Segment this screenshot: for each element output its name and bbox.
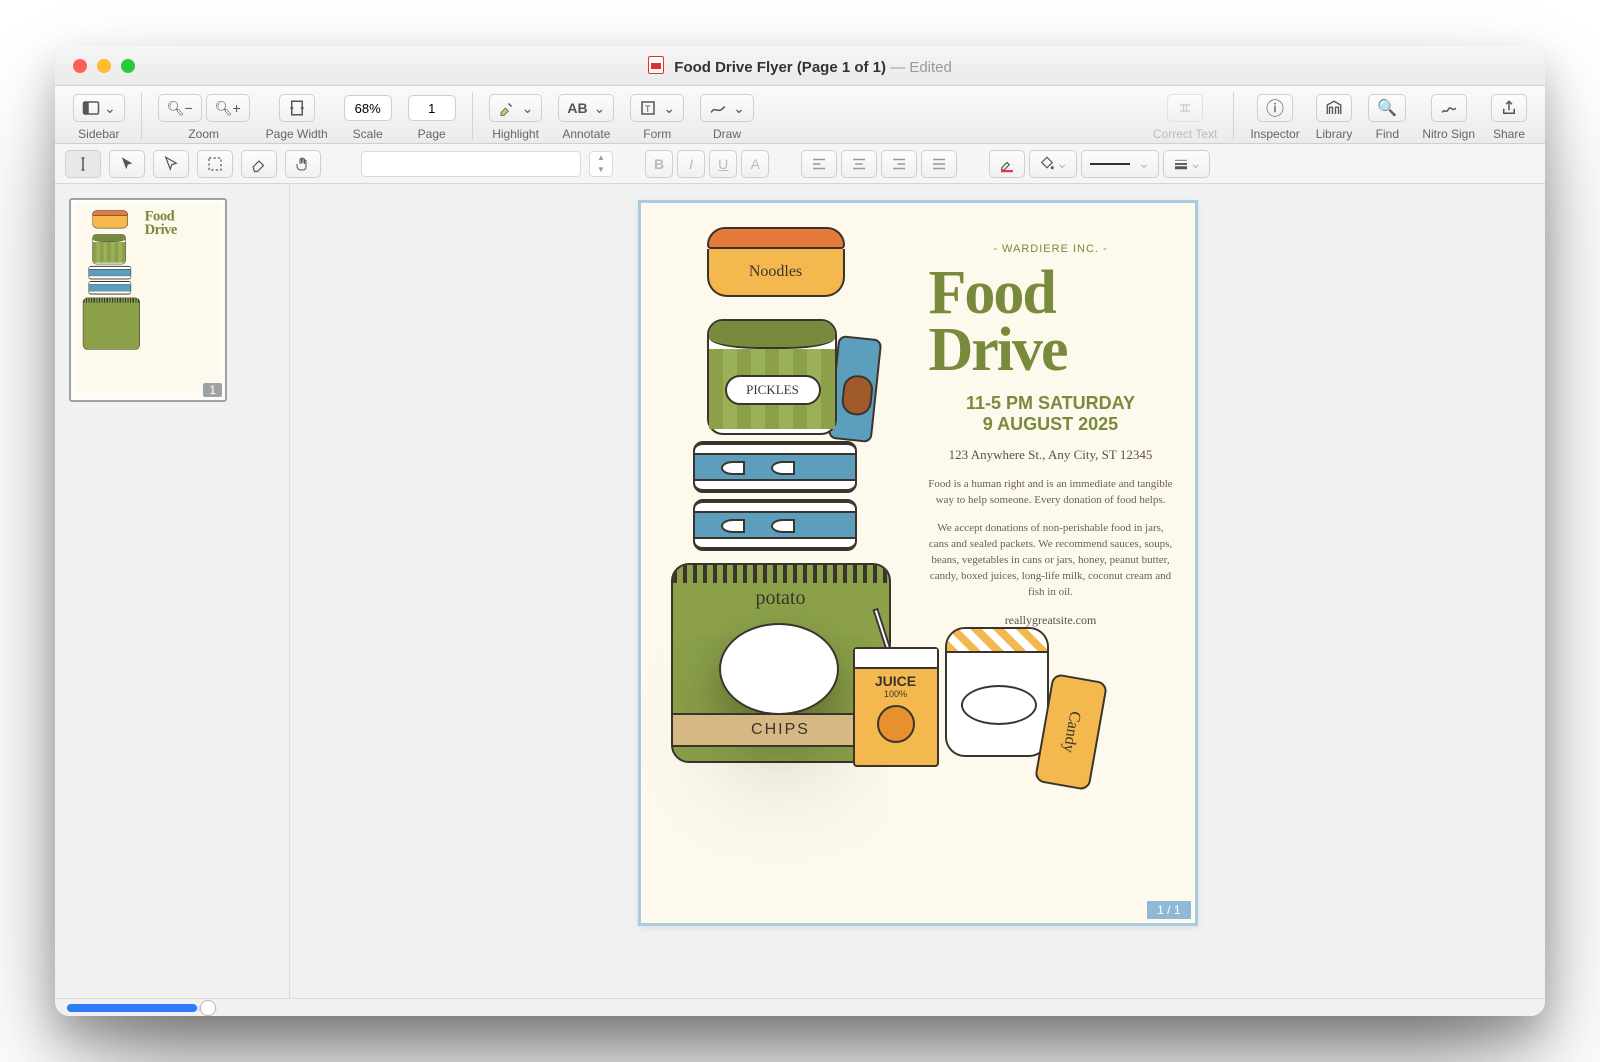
thumbnail-number: 1 [203, 383, 222, 397]
flyer-illustration: Noodles PICKLES potato [663, 227, 923, 907]
signature-icon [1440, 99, 1458, 117]
fill-color-button[interactable]: ⌄ [1029, 150, 1077, 178]
page-width-label: Page Width [266, 127, 328, 141]
page-width-button[interactable] [279, 94, 315, 122]
underline-button[interactable]: U [709, 150, 737, 178]
scale-input[interactable] [344, 95, 392, 121]
page-input[interactable] [408, 95, 456, 121]
italic-button[interactable]: I [677, 150, 705, 178]
flyer-datetime: 11-5 PM SATURDAY9 AUGUST 2025 [921, 393, 1181, 435]
form-button[interactable]: T ⌄ [630, 94, 684, 122]
toolbar-secondary: ▲▼ B I U A ⌄ [55, 144, 1545, 184]
arrow-select-tool[interactable] [109, 150, 145, 178]
annotate-label: Annotate [562, 127, 610, 141]
svg-text:T: T [645, 104, 651, 114]
highlight-button[interactable]: ⌄ [489, 94, 543, 122]
document-canvas[interactable]: Noodles PICKLES potato [290, 184, 1545, 998]
bottom-zoom-slider[interactable] [55, 998, 1545, 1016]
line-style-button[interactable]: ⌄ [1081, 150, 1159, 178]
bold-button[interactable]: B [645, 150, 673, 178]
share-button[interactable] [1491, 94, 1527, 122]
correct-text-button[interactable] [1167, 94, 1203, 122]
flyer-website: reallygreatsite.com [921, 613, 1181, 628]
page-indicator: 1 / 1 [1147, 901, 1190, 919]
align-center-button[interactable] [841, 150, 877, 178]
highlight-color-button[interactable] [989, 150, 1025, 178]
library-button[interactable] [1316, 94, 1352, 122]
flyer-paragraph-2: We accept donations of non-perishable fo… [921, 521, 1181, 601]
noodles-cup-icon: Noodles [707, 227, 845, 307]
flyer-address: 123 Anywhere St., Any City, ST 12345 [921, 447, 1181, 463]
flyer-paragraph-1: Food is a human right and is an immediat… [921, 477, 1181, 509]
sidebar-toggle-button[interactable]: ⌄ [73, 94, 125, 122]
line-weight-button[interactable]: ⌄ [1163, 150, 1211, 178]
fish-cans-icon [693, 441, 857, 557]
annotate-button[interactable]: AB⌄ [558, 94, 614, 122]
zoom-out-icon: 🔍︎− [167, 100, 193, 117]
toolbar-primary: ⌄ Sidebar 🔍︎− 🔍︎+ Zoom Page Width [55, 86, 1545, 144]
marquee-tool[interactable] [197, 150, 233, 178]
zoom-label: Zoom [188, 127, 219, 141]
fullscreen-window-button[interactable] [121, 59, 135, 73]
highlight-label: Highlight [492, 127, 539, 141]
align-justify-button[interactable] [921, 150, 957, 178]
page-thumbnail-1[interactable]: FoodDrive 1 [69, 198, 227, 402]
draw-button[interactable]: ⌄ [700, 94, 754, 122]
search-icon: 🔍 [1377, 98, 1397, 118]
window-title: Food Drive Flyer (Page 1 of 1) — Edited [55, 56, 1545, 76]
app-window: Food Drive Flyer (Page 1 of 1) — Edited … [55, 46, 1545, 1016]
share-label: Share [1493, 127, 1525, 141]
scale-label: Scale [353, 127, 383, 141]
nitro-sign-button[interactable] [1431, 94, 1467, 122]
honey-jar-icon [945, 627, 1049, 757]
flyer-text: - WARDIERE INC. - FoodDrive 11-5 PM SATU… [921, 243, 1181, 628]
zoom-in-button[interactable]: 🔍︎+ [206, 94, 250, 122]
inspector-label: Inspector [1250, 127, 1299, 141]
align-right-button[interactable] [881, 150, 917, 178]
pointer-tool[interactable] [153, 150, 189, 178]
library-label: Library [1316, 127, 1353, 141]
juice-box-icon: JUICE 100% [853, 647, 939, 767]
correct-text-label: Correct Text [1153, 127, 1217, 141]
flyer-company: - WARDIERE INC. - [921, 243, 1181, 255]
sidebar-label: Sidebar [78, 127, 119, 141]
minimize-window-button[interactable] [97, 59, 111, 73]
info-icon: ⓘ [1266, 95, 1284, 121]
zoom-in-icon: 🔍︎+ [215, 100, 241, 117]
eraser-tool[interactable] [241, 150, 277, 178]
text-cursor-tool[interactable] [65, 150, 101, 178]
thumbnail-sidebar: FoodDrive 1 [55, 184, 290, 998]
page-label: Page [418, 127, 446, 141]
library-icon [1325, 99, 1343, 117]
align-left-button[interactable] [801, 150, 837, 178]
pdf-icon [648, 56, 664, 74]
pickles-jar-icon: PICKLES [707, 319, 837, 435]
font-size-stepper[interactable]: ▲▼ [589, 151, 613, 177]
document-page[interactable]: Noodles PICKLES potato [638, 200, 1198, 926]
share-icon [1500, 99, 1518, 117]
flyer-title: FoodDrive [921, 265, 1181, 379]
find-button[interactable]: 🔍 [1368, 94, 1406, 122]
font-dropdown[interactable] [361, 151, 581, 177]
close-window-button[interactable] [73, 59, 87, 73]
text-color-button[interactable]: A [741, 150, 769, 178]
form-label: Form [643, 127, 671, 141]
zoom-out-button[interactable]: 🔍︎− [158, 94, 202, 122]
draw-label: Draw [713, 127, 741, 141]
nitro-sign-label: Nitro Sign [1422, 127, 1475, 141]
titlebar: Food Drive Flyer (Page 1 of 1) — Edited [55, 46, 1545, 86]
inspector-button[interactable]: ⓘ [1257, 94, 1293, 122]
hand-tool[interactable] [285, 150, 321, 178]
find-label: Find [1376, 127, 1399, 141]
